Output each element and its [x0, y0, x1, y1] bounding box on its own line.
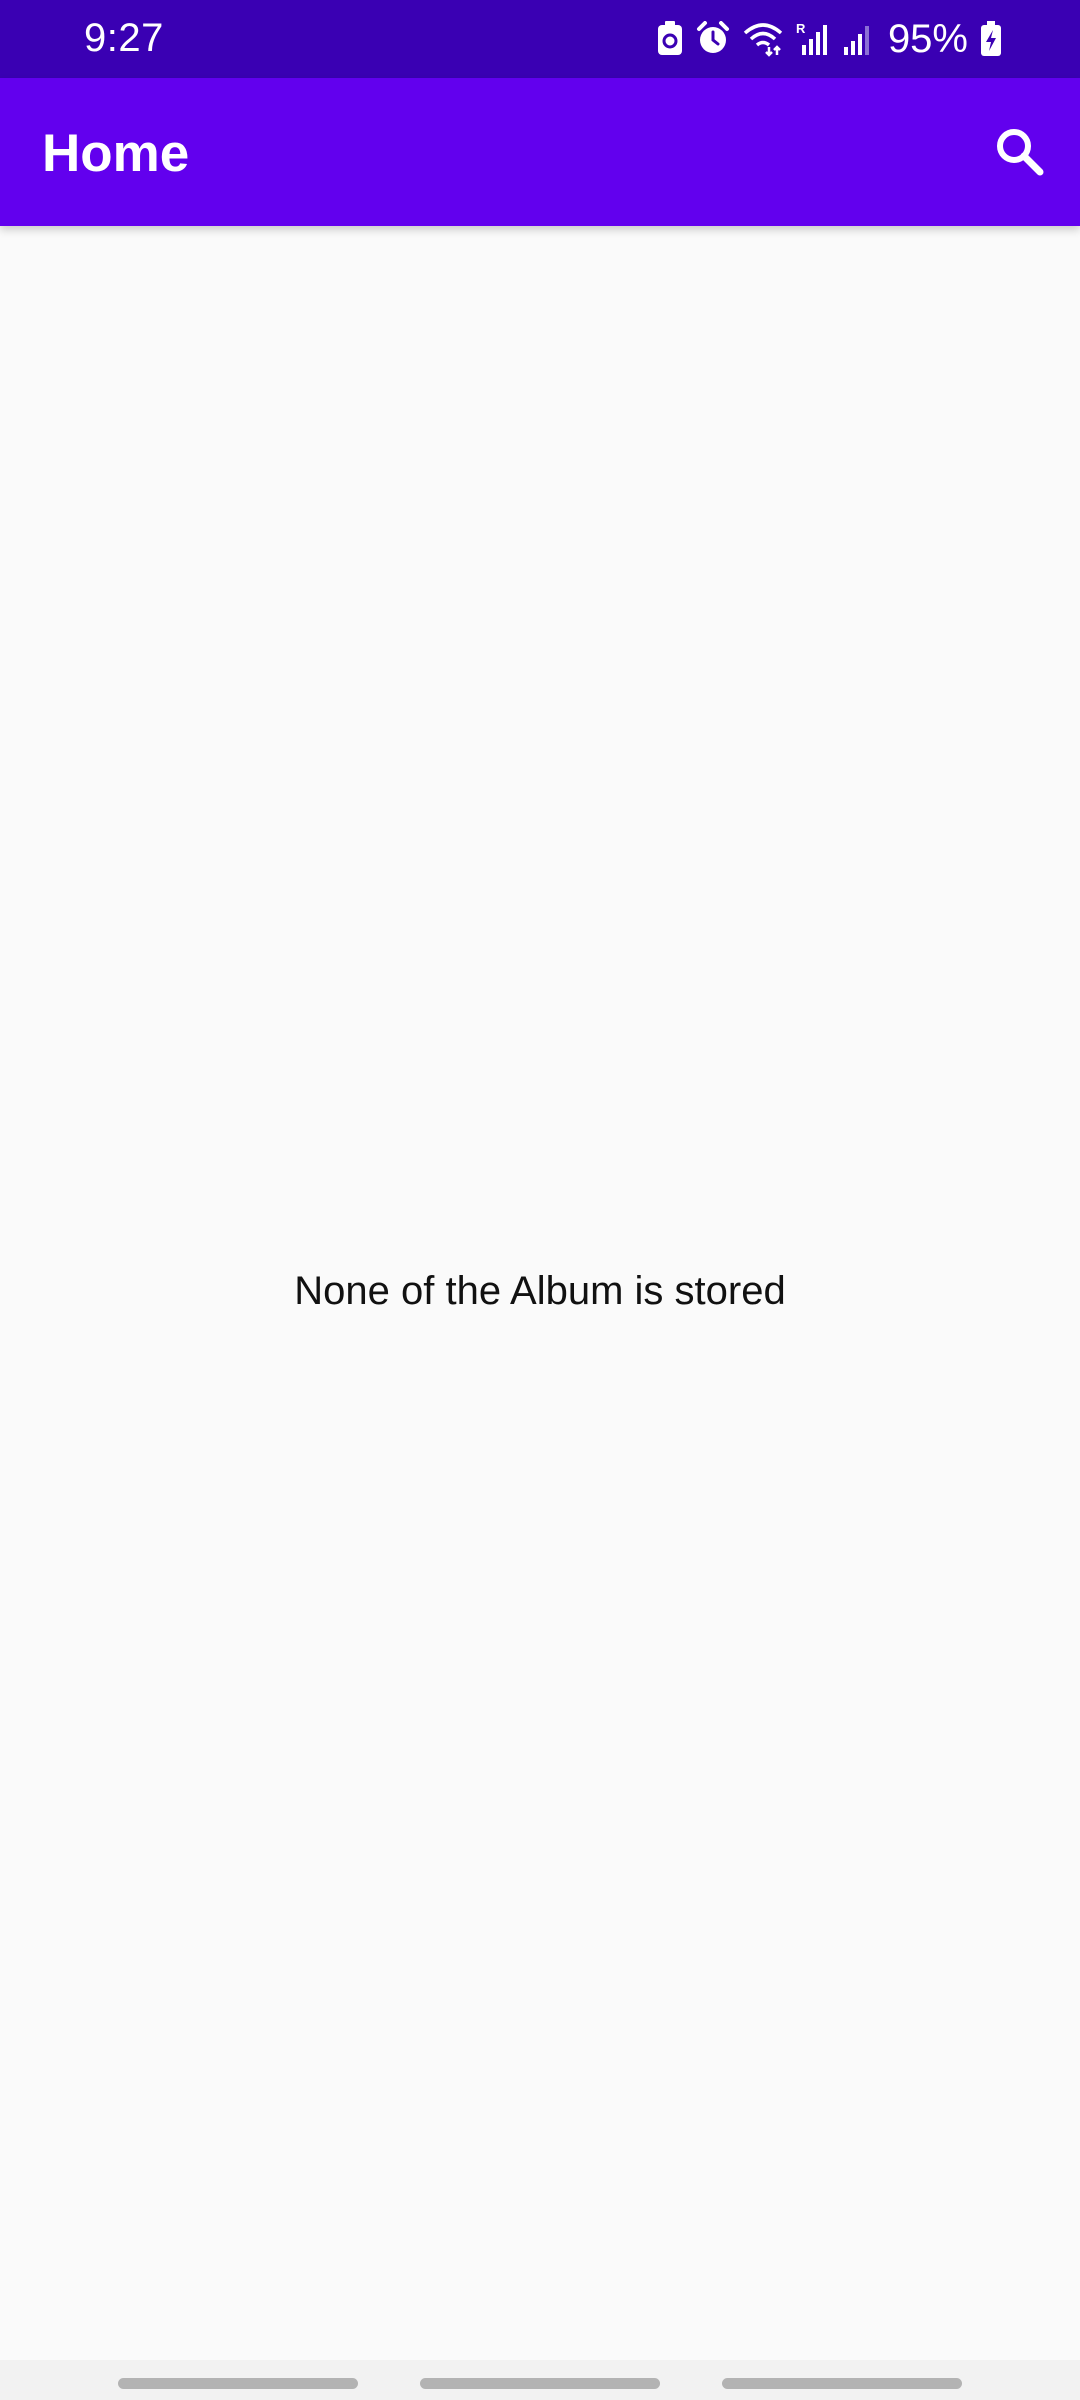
- battery-charging-icon: [980, 21, 1002, 57]
- alarm-icon: [696, 21, 730, 57]
- status-time: 9:27: [84, 16, 164, 60]
- status-bar: 9:27 R 95%: [0, 0, 1080, 78]
- status-icons: R 95%: [656, 14, 1002, 64]
- nav-back-handle[interactable]: [722, 2378, 962, 2389]
- navigation-bar: [0, 2360, 1080, 2400]
- wifi-icon: [742, 21, 784, 57]
- signal-r-icon: R: [796, 21, 830, 57]
- nav-recents-handle[interactable]: [118, 2378, 358, 2389]
- empty-state-message: None of the Album is stored: [294, 1269, 786, 1313]
- svg-text:R: R: [796, 21, 806, 36]
- battery-percent: 95%: [887, 17, 968, 61]
- nav-home-handle[interactable]: [420, 2378, 660, 2389]
- signal-icon: [842, 21, 872, 57]
- app-bar: Home: [0, 78, 1080, 226]
- screen: 9:27 R 95% Home None of the Album is sto…: [0, 0, 1080, 2400]
- album-list-area: None of the Album is stored: [0, 226, 1080, 2360]
- page-title: Home: [42, 124, 190, 183]
- search-button[interactable]: [978, 110, 1062, 194]
- search-icon: [997, 129, 1044, 176]
- battery-saver-icon: [656, 21, 684, 57]
